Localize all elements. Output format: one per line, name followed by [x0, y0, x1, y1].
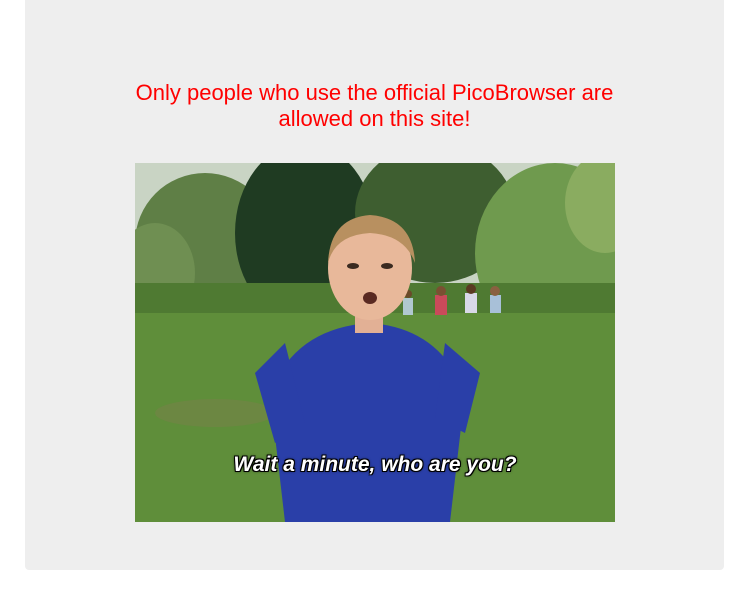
- message-line-2: allowed on this site!: [278, 106, 471, 131]
- content-panel: Only people who use the official PicoBro…: [25, 0, 724, 570]
- access-denied-message: Only people who use the official PicoBro…: [25, 80, 724, 132]
- meme-caption: Wait a minute, who are you?: [233, 453, 517, 476]
- meme-image: Wait a minute, who are you?: [135, 163, 615, 522]
- dirt-patch: [155, 399, 275, 427]
- message-line-1: Only people who use the official PicoBro…: [135, 80, 614, 105]
